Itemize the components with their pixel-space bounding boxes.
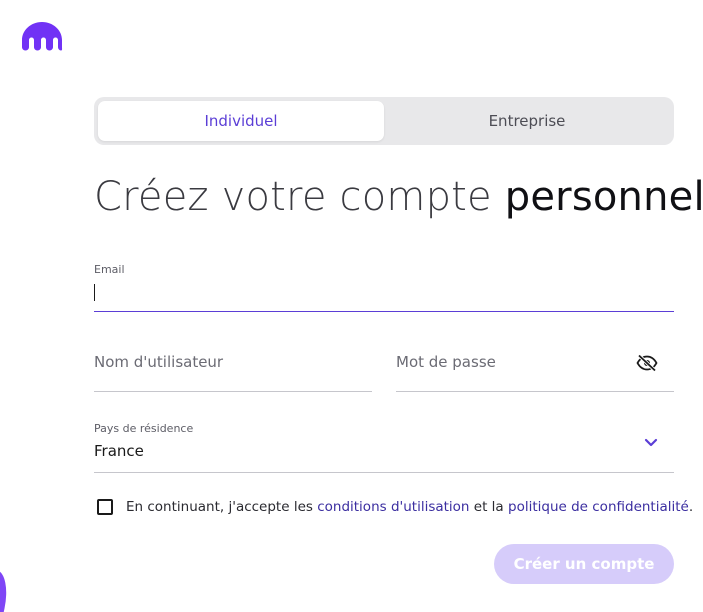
credentials-row: Nom d'utilisateur Mot de passe	[94, 342, 674, 392]
consent-text: En continuant, j'accepte les conditions …	[126, 499, 693, 515]
chevron-down-icon[interactable]	[644, 438, 658, 448]
country-label: Pays de résidence	[94, 422, 194, 435]
tab-individuel[interactable]: Individuel	[98, 101, 384, 141]
page-title-bold: personnel	[504, 174, 703, 220]
text-caret	[94, 284, 95, 301]
consent-checkbox[interactable]	[97, 499, 113, 515]
create-account-button[interactable]: Créer un compte	[494, 544, 674, 584]
email-label: Email	[94, 263, 125, 276]
page-title-light: Créez votre compte	[94, 174, 505, 220]
username-placeholder: Nom d'utilisateur	[94, 353, 224, 371]
country-value: France	[94, 442, 144, 460]
consent-text-middle: et la	[469, 499, 508, 515]
consent-row: En continuant, j'accepte les conditions …	[94, 499, 693, 515]
consent-text-after: .	[688, 499, 694, 515]
signup-page: Individuel Entreprise Créez votre compte…	[0, 0, 703, 612]
tab-entreprise[interactable]: Entreprise	[384, 101, 670, 141]
password-field[interactable]: Mot de passe	[396, 342, 674, 392]
signup-form: Individuel Entreprise Créez votre compte…	[94, 97, 703, 584]
kraken-logo-icon[interactable]	[20, 20, 64, 52]
username-field[interactable]: Nom d'utilisateur	[94, 342, 372, 392]
eye-slash-icon[interactable]	[636, 354, 658, 372]
account-type-tabs: Individuel Entreprise	[94, 97, 674, 145]
privacy-link[interactable]: politique de confidentialité	[508, 499, 689, 515]
submit-row: Créer un compte	[94, 544, 674, 584]
terms-link[interactable]: conditions d'utilisation	[317, 499, 469, 515]
country-select[interactable]: Pays de résidence France	[94, 422, 674, 473]
consent-text-before: En continuant, j'accepte les	[126, 499, 318, 515]
password-placeholder: Mot de passe	[396, 353, 496, 371]
decorative-accent-shape	[0, 567, 12, 612]
email-field[interactable]: Email	[94, 263, 674, 312]
page-title: Créez votre compte personnel	[94, 174, 703, 220]
